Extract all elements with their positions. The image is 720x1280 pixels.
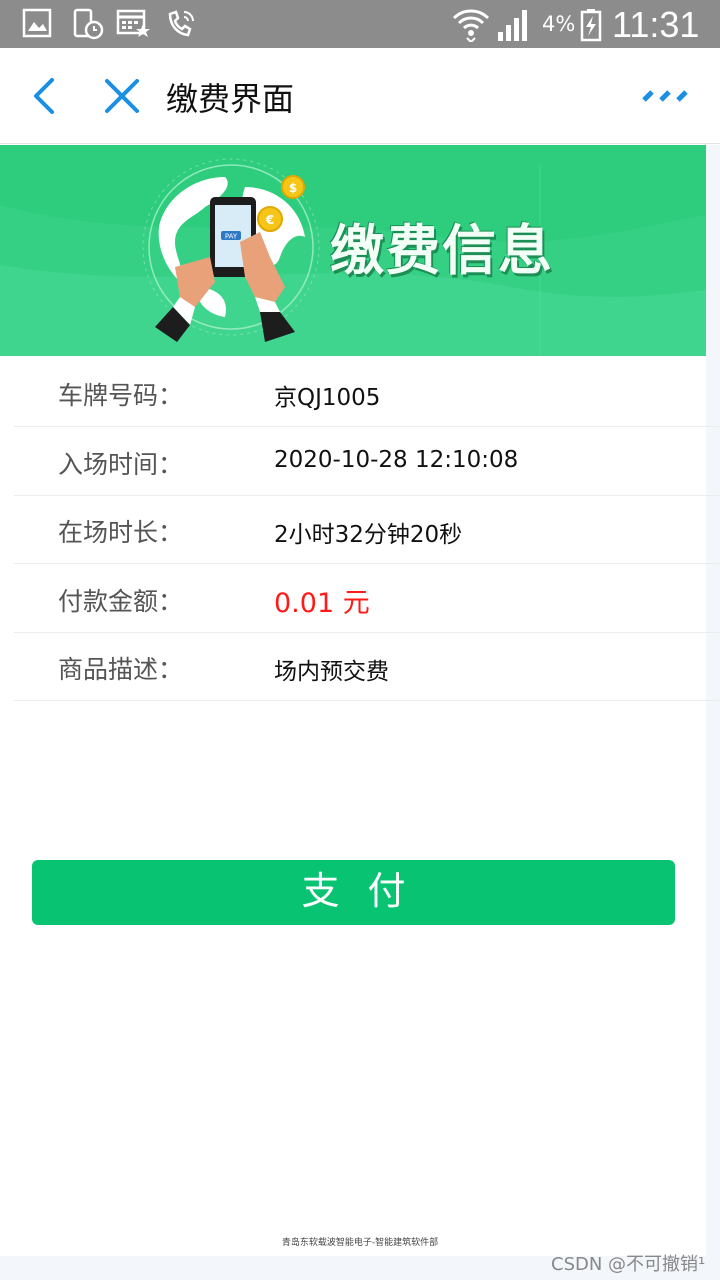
gallery-icon [22,8,52,38]
banner-title: 缴费信息 [330,219,554,282]
signal-icon [498,10,527,41]
clock: 11:31 [612,4,700,45]
svg-text:$: $ [289,181,297,195]
phone-clock-icon [73,8,104,40]
globe-pay-illustration: PAY € $ [142,158,320,342]
amount-label: 付款金额： [58,587,184,616]
battery-charging-icon [580,9,602,42]
status-bar: 4% 11:31 [0,0,720,48]
plate-value: 京QJ1005 [274,385,381,411]
back-chevron-icon[interactable] [24,74,68,118]
entry-time-label: 入场时间： [58,450,184,479]
info-row-amount: 付款金额： 0.01 元 [14,564,720,633]
page-title: 缴费界面 [166,80,295,118]
call-wifi-icon [168,10,194,37]
duration-label: 在场时长： [58,518,184,547]
description-label: 商品描述： [58,655,184,684]
more-dots-icon[interactable] [640,84,690,108]
nav-bar: 缴费界面 [0,48,720,144]
pay-button[interactable]: 支付 [32,860,675,925]
duration-value: 2小时32分钟20秒 [274,522,463,548]
calendar-star-icon [116,9,150,37]
amount-value: 0.01 元 [274,588,370,619]
close-icon[interactable] [100,74,144,118]
info-row-description: 商品描述： 场内预交费 [14,632,720,701]
entry-time-value: 2020-10-28 12:10:08 [274,447,519,473]
description-value: 场内预交费 [274,659,389,685]
svg-text:€: € [265,213,274,227]
wifi-icon [452,9,490,42]
info-row-entry-time: 入场时间： 2020-10-28 12:10:08 [14,427,720,496]
pay-screen-label: PAY [225,233,238,241]
footer-text: 青岛东软载波智能电子-智能建筑软件部 [281,1238,439,1248]
plate-label: 车牌号码： [58,381,184,410]
edge-strip [706,145,720,1280]
battery-percent: 4% [542,12,576,36]
info-row-plate: 车牌号码： 京QJ1005 [14,358,720,427]
info-row-duration: 在场时长： 2小时32分钟20秒 [14,495,720,564]
csdn-watermark: CSDN @不可撤销¹ [551,1254,706,1275]
